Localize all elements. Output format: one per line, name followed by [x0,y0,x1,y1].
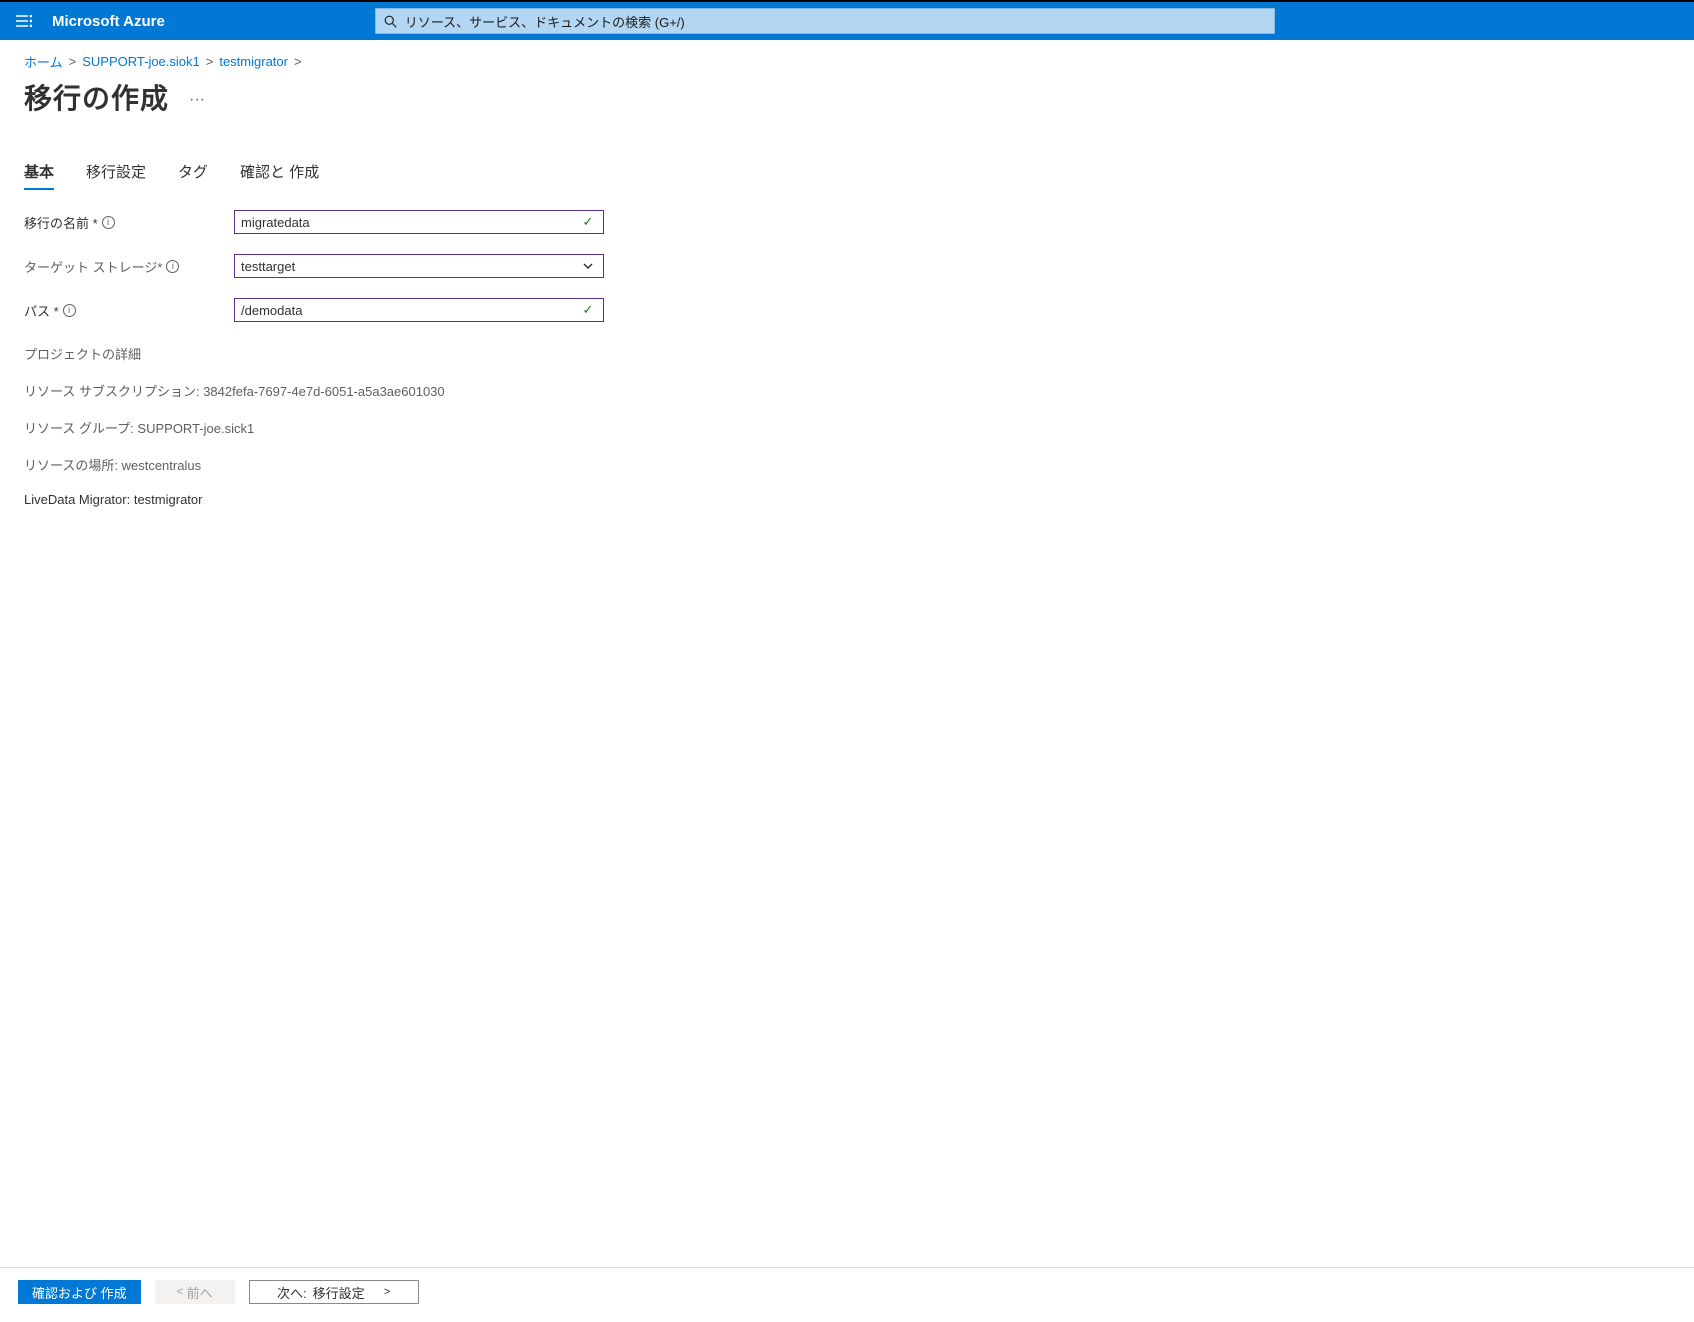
tab-basic[interactable]: 基本 [24,157,54,188]
main-content: ホーム > SUPPORT-joe.siok1 > testmigrator >… [0,40,1694,1267]
brand-label: Microsoft Azure [48,13,175,30]
chevron-down-icon [579,260,597,272]
label-migration-name: 移行の名前 * i [24,213,234,232]
global-search-input[interactable]: リソース、サービス、ドキュメントの検索 (G+/) [375,8,1275,34]
chevron-right-icon: > [294,54,302,69]
detail-migrator-value: testmigrator [134,492,203,507]
detail-resource-group-value: SUPPORT-joe.sick1 [137,421,254,436]
hamburger-menu-button[interactable] [0,1,48,41]
detail-subscription: リソース サブスクリプション: 3842fefa-7697-4e7d-6051-… [24,381,844,400]
row-path: パス * i ✓ [24,298,844,322]
detail-resource-group-label: リソース グループ: [24,421,134,436]
label-migration-name-text: 移行の名前 * [24,213,98,232]
row-migration-name: 移行の名前 * i ✓ [24,210,844,234]
input-migration-name[interactable]: ✓ [234,210,604,234]
label-target-storage: ターゲット ストレージ* i [24,257,234,276]
page-title: 移行の作成 [24,77,169,117]
info-icon[interactable]: i [63,304,76,317]
label-target-storage-text: ターゲット ストレージ* [24,257,162,276]
row-target-storage: ターゲット ストレージ* i [24,254,844,278]
footer-actions: 確認および 作成 < 前へ 次へ: 移行設定 > [0,1267,1694,1322]
detail-location-label: リソースの場所: [24,458,118,473]
breadcrumb-resource[interactable]: testmigrator [219,54,288,69]
next-button-prefix: 次へ: [277,1283,307,1302]
tab-migration-settings[interactable]: 移行設定 [86,157,146,188]
tabs: 基本 移行設定 タグ 確認と 作成 [24,157,1670,188]
review-and-create-button[interactable]: 確認および 作成 [18,1280,141,1304]
breadcrumb-home[interactable]: ホーム [24,52,63,71]
select-target-storage-field[interactable] [241,259,579,274]
input-migration-name-field[interactable] [241,215,579,230]
detail-location: リソースの場所: westcentralus [24,455,844,474]
label-path: パス * i [24,301,234,320]
check-icon: ✓ [579,302,597,318]
next-button[interactable]: 次へ: 移行設定 > [249,1280,419,1304]
info-icon[interactable]: i [102,216,115,229]
page-title-row: 移行の作成 ··· [24,77,1670,117]
select-target-storage[interactable] [234,254,604,278]
search-placeholder: リソース、サービス、ドキュメントの検索 (G+/) [405,12,685,31]
check-icon: ✓ [579,214,597,230]
detail-resource-group: リソース グループ: SUPPORT-joe.sick1 [24,418,844,437]
search-icon [384,15,397,28]
form-area: 移行の名前 * i ✓ ターゲット ストレージ* i パス * [24,210,844,507]
input-path[interactable]: ✓ [234,298,604,322]
previous-button[interactable]: < 前へ [155,1280,235,1304]
breadcrumb: ホーム > SUPPORT-joe.siok1 > testmigrator > [24,52,1670,71]
top-header: Microsoft Azure リソース、サービス、ドキュメントの検索 (G+/… [0,0,1694,40]
tab-tags[interactable]: タグ [178,157,208,188]
info-icon[interactable]: i [166,260,179,273]
label-path-text: パス * [24,301,59,320]
next-button-target: 移行設定 [313,1283,365,1302]
previous-button-label: 前へ [187,1283,213,1302]
detail-subscription-value: 3842fefa-7697-4e7d-6051-a5a3ae601030 [203,384,444,399]
detail-subscription-label: リソース サブスクリプション: [24,384,200,399]
detail-location-value: westcentralus [122,458,201,473]
more-actions-button[interactable]: ··· [185,87,209,113]
chevron-right-icon: > [384,1286,390,1298]
hamburger-icon [16,15,32,27]
chevron-right-icon: > [206,54,214,69]
section-project-details: プロジェクトの詳細 [24,344,844,363]
detail-migrator: LiveData Migrator: testmigrator [24,492,844,507]
detail-migrator-label: LiveData Migrator: [24,492,130,507]
tab-review-create[interactable]: 確認と 作成 [240,157,319,188]
input-path-field[interactable] [241,303,579,318]
search-wrap: リソース、サービス、ドキュメントの検索 (G+/) [175,8,1694,34]
breadcrumb-group[interactable]: SUPPORT-joe.siok1 [82,54,200,69]
chevron-left-icon: < [177,1286,183,1298]
chevron-right-icon: > [69,54,77,69]
